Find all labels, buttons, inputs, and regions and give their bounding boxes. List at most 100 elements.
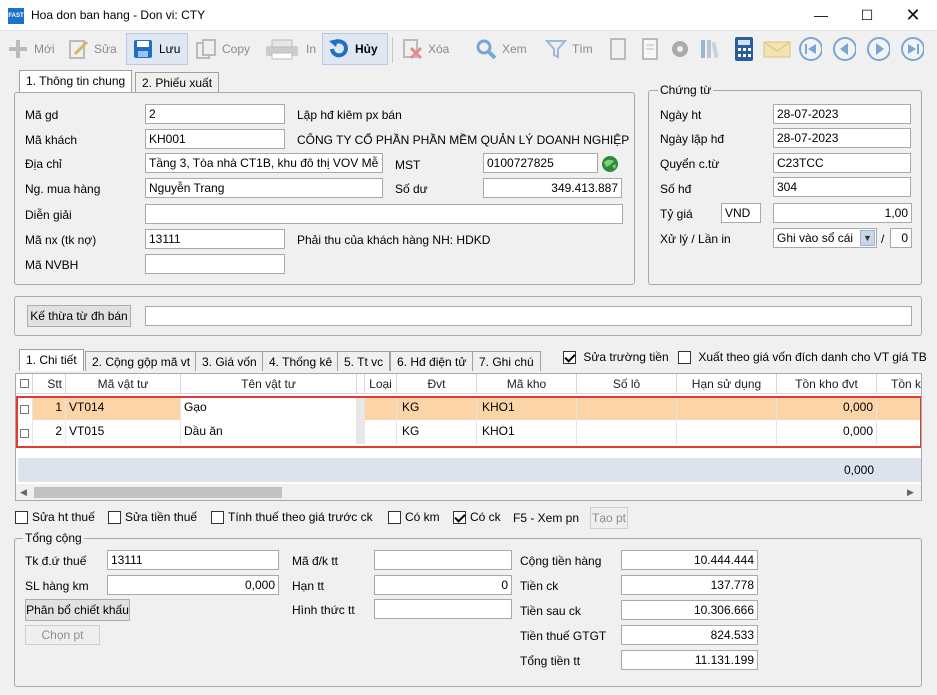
select-all-cell[interactable] [16,374,33,394]
grid-total-row: 0,000 [18,458,921,482]
sua-tien-thue-checkbox[interactable]: Sửa tiền thuế [108,510,197,525]
tab-tt-vc[interactable]: 5. Tt vc [337,351,391,371]
mst-field[interactable]: 0100727825 [483,153,598,173]
settings-button[interactable] [664,33,696,65]
xu-ly-label: Xử lý / Lần in [660,232,731,246]
ma-nx-label: Mã nx (tk nợ) [25,233,97,247]
col-stt[interactable]: Stt [33,374,66,394]
tab-cong-gop[interactable]: 2. Cộng gộp mã vt [85,351,198,371]
quyen-field[interactable]: C23TCC [773,153,911,173]
previous-record-button[interactable] [828,33,860,65]
ma-nvbh-field[interactable] [145,254,285,274]
checkbox-icon [388,511,401,525]
new-button[interactable]: Mới [2,33,59,65]
close-button[interactable]: ✕ [890,0,936,31]
ke-thua-field[interactable] [145,306,912,326]
tab-hd-dien-tu[interactable]: 6. Hđ điện tử [390,351,474,371]
col-ten-vat-tu[interactable]: Tên vật tư [181,374,357,394]
ty-gia-label: Tỷ giá [660,207,693,221]
tao-pt-button[interactable]: Tạo pt [590,507,628,529]
currency-field[interactable]: VND [721,203,761,223]
col-ma-vat-tu[interactable]: Mã vật tư [66,374,181,394]
tab-phieu-xuat[interactable]: 2. Phiếu xuất [135,72,220,92]
tab-thong-tin-chung[interactable]: 1. Thông tin chung [19,70,133,92]
hinh-thuc-field[interactable] [374,599,512,619]
tinh-thue-checkbox[interactable]: Tính thuế theo giá trước ck [211,510,373,525]
notes-button[interactable] [634,33,666,65]
find-button[interactable]: Tìm [540,33,597,65]
scroll-left-icon[interactable]: ◀ [20,487,27,498]
undo-icon [327,37,351,61]
co-ck-checkbox[interactable]: Có ck [453,510,501,525]
gear-icon [668,37,692,61]
tab-chi-tiet[interactable]: 1. Chi tiết [19,349,84,371]
co-km-checkbox[interactable]: Có km [388,510,440,525]
ngay-lap-field[interactable]: 28-07-2023 [773,128,911,148]
col-han-su-dung[interactable]: Hạn sử dụng [677,374,777,394]
scroll-right-icon[interactable]: ▶ [907,487,914,498]
last-record-button[interactable] [896,33,928,65]
checkbox-checked-icon [563,351,576,365]
scrollbar-thumb[interactable] [34,487,282,498]
tab-thong-ke[interactable]: 4. Thống kê [262,351,340,371]
sl-field[interactable]: 0,000 [107,575,279,595]
maximize-button[interactable]: ☐ [844,0,890,31]
checkbox-icon [211,511,224,525]
tab-ghi-chu[interactable]: 7. Ghi chú [472,351,541,371]
sua-truong-tien-checkbox[interactable]: Sửa trường tiền [563,350,669,365]
ma-khach-field[interactable]: KH001 [145,129,285,149]
calculator-button[interactable] [728,33,760,65]
ma-nx-field[interactable]: 13111 [145,229,285,249]
tien-thue-label: Tiền thuế GTGT [520,629,607,643]
horizontal-scrollbar[interactable]: ◀ ▶ [16,484,921,500]
xuat-theo-gia-checkbox[interactable]: Xuất theo giá vốn đích danh cho VT giá T… [678,350,936,365]
dia-chi-field[interactable]: Tầng 3, Tòa nhà CT1B, khu đô thị VOV Mễ … [145,153,383,173]
cancel-button[interactable]: Hủy [322,33,388,65]
ma-gd-field[interactable]: 2 [145,104,285,124]
so-du-field: 349.413.887 [483,178,622,198]
globe-icon[interactable] [600,154,620,174]
customer-name: CÔNG TY CỔ PHẦN PHẦN MỀM QUẢN LÝ DOANH N… [297,133,630,147]
first-record-button[interactable] [794,33,826,65]
ngay-lap-label: Ngày lập hđ [660,132,725,146]
library-button[interactable] [694,33,726,65]
col-ton-k[interactable]: Tồn k [877,374,921,394]
col-ma-kho[interactable]: Mã kho [477,374,577,394]
first-icon [798,37,822,61]
col-so-lo[interactable]: Số lô [577,374,677,394]
hinh-thuc-label: Hình thức tt [292,603,355,617]
phan-bo-button[interactable]: Phân bổ chiết khấu [25,599,130,621]
ng-mua-field[interactable]: Nguyễn Trang [145,178,383,198]
col-dvt[interactable]: Đvt [397,374,477,394]
so-hd-field[interactable]: 304 [773,177,911,197]
edit-button[interactable]: Sửa [62,33,121,65]
ma-dk-label: Mã đ/k tt [292,554,339,568]
ma-dk-field[interactable] [374,550,512,570]
lan-in-field[interactable]: 0 [890,228,912,248]
title-bar: FAST Hoa don ban hang - Don vi: CTY — ☐ … [0,0,937,31]
dien-giai-field[interactable] [145,204,623,224]
view-button[interactable]: Xem [470,33,531,65]
tab-gia-von[interactable]: 3. Giá vốn [195,351,264,371]
col-ton-kho-dvt[interactable]: Tồn kho đvt [777,374,877,394]
tk-field[interactable]: 13111 [107,550,279,570]
edit-icon [66,37,90,61]
chevron-down-icon[interactable]: ▼ [860,230,875,246]
attach-button[interactable] [602,33,634,65]
delete-button[interactable]: Xóa [396,33,453,65]
chon-pt-button[interactable]: Chọn pt [25,625,100,645]
save-button[interactable]: Lưu [126,33,188,65]
minimize-button[interactable]: — [798,0,844,31]
print-button[interactable]: In [258,33,320,65]
toolbar: Mới Sửa Lưu Copy In Hủy Xóa Xem Tìm [0,31,937,67]
ty-gia-field[interactable]: 1,00 [773,203,912,223]
sua-ht-thue-checkbox[interactable]: Sửa ht thuế [15,510,95,525]
ngay-ht-field[interactable]: 28-07-2023 [773,104,911,124]
han-tt-field[interactable]: 0 [374,575,512,595]
ke-thua-button[interactable]: Kế thừa từ đh bán [27,305,131,327]
so-hd-label: Số hđ [660,182,692,196]
next-record-button[interactable] [862,33,894,65]
col-loai[interactable]: Loại [365,374,397,394]
email-button[interactable] [758,33,796,65]
copy-button[interactable]: Copy [190,33,254,65]
